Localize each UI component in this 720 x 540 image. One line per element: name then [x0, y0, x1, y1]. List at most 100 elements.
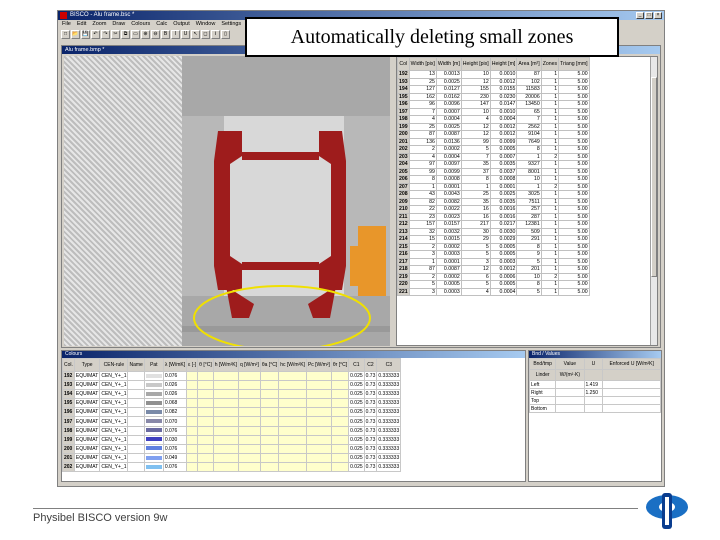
colours-empty-cell[interactable] [237, 443, 261, 454]
zones-cell[interactable]: 5.00 [558, 197, 590, 206]
colours-c1-cell[interactable]: 0.025 [348, 398, 365, 409]
boundary-cell[interactable]: Right [529, 388, 557, 397]
colours-c2-cell[interactable]: 0.73 [363, 443, 378, 454]
zones-cell[interactable]: 0.0162 [435, 92, 462, 101]
colours-row[interactable]: 201 EQUIMAT CEN_Y+_1 0.049 0.025 0.73 0.333333 [62, 452, 402, 463]
boundary-row[interactable]: Top [529, 396, 661, 405]
copy-button[interactable]: ⧉ [121, 30, 130, 39]
open-file-button[interactable]: 📂 [71, 30, 80, 39]
colours-name-cell[interactable] [127, 416, 145, 427]
zones-cell[interactable]: 15 [408, 235, 437, 244]
colours-pattern-cell[interactable] [143, 407, 164, 418]
colours-empty-cell[interactable] [259, 416, 280, 427]
zones-cell[interactable]: 1 [540, 280, 560, 289]
colours-cen-cell[interactable]: CEN_Y+_1 [99, 434, 129, 445]
zones-cell[interactable]: 8 [516, 145, 542, 154]
colours-lambda-cell[interactable]: 0.068 [162, 398, 188, 409]
zones-cell[interactable]: 5 [460, 250, 491, 259]
colours-empty-cell[interactable] [278, 389, 307, 400]
zones-cell[interactable]: 1 [540, 242, 560, 251]
zones-cell[interactable]: 5.00 [558, 122, 590, 131]
zones-cell[interactable]: 0.0012 [489, 77, 518, 86]
colours-type-cell[interactable]: EQUIMAT [73, 452, 101, 463]
colours-empty-cell[interactable] [197, 398, 214, 409]
zones-cell[interactable]: 9327 [516, 160, 542, 169]
zones-cell[interactable]: 7 [408, 107, 437, 116]
zones-cell[interactable]: 3 [408, 287, 437, 296]
zones-cell[interactable]: 0.0025 [435, 122, 462, 131]
zones-cell[interactable]: 12 [460, 265, 491, 274]
colours-c3-cell[interactable]: 0.333333 [376, 434, 402, 445]
save-button[interactable]: 💾 [81, 30, 90, 39]
zones-cell[interactable]: 0.0004 [435, 115, 462, 124]
colours-c2-cell[interactable]: 0.73 [363, 434, 378, 445]
colours-empty-cell[interactable] [186, 416, 199, 427]
colours-empty-cell[interactable] [237, 407, 261, 418]
zones-cell[interactable]: 7 [516, 115, 542, 124]
colours-c3-cell[interactable]: 0.333333 [376, 389, 402, 400]
colours-empty-cell[interactable] [259, 461, 280, 473]
zones-cell[interactable]: 43 [408, 190, 437, 199]
zones-cell[interactable]: 1 [540, 100, 560, 109]
zones-cell[interactable]: 0.0022 [435, 205, 462, 214]
colours-c1-cell[interactable]: 0.025 [348, 434, 365, 445]
colours-cen-cell[interactable]: CEN_Y+_1 [99, 389, 129, 400]
colours-c3-cell[interactable]: 0.333333 [376, 407, 402, 418]
colours-c2-cell[interactable]: 0.73 [363, 389, 378, 400]
zones-cell[interactable]: 257 [516, 205, 542, 214]
colours-pattern-cell[interactable] [143, 461, 164, 473]
colours-type-cell[interactable]: EQUIMAT [73, 407, 101, 418]
colours-pattern-cell[interactable] [143, 425, 164, 436]
colours-empty-cell[interactable] [259, 443, 280, 454]
colours-empty-cell[interactable] [259, 380, 280, 391]
colours-c2-cell[interactable]: 0.73 [363, 416, 378, 427]
drawing-canvas[interactable] [64, 56, 390, 346]
colours-name-cell[interactable] [127, 443, 145, 454]
zones-row[interactable]: 209 82 0.0082 35 0.0035 7511 1 5.00 [397, 197, 590, 206]
colours-empty-cell[interactable] [186, 452, 199, 463]
boundary-cell[interactable] [555, 380, 585, 389]
colours-empty-cell[interactable] [212, 380, 239, 391]
zones-cell[interactable]: 23 [408, 212, 437, 221]
zones-cell[interactable]: 30 [460, 227, 491, 236]
zones-cell[interactable]: 287 [516, 212, 542, 221]
menu-file[interactable]: File [62, 20, 71, 29]
zones-cell[interactable]: 136 [408, 137, 437, 146]
colours-empty-cell[interactable] [197, 443, 214, 454]
zones-cell[interactable]: 0.0087 [435, 130, 462, 139]
colours-row[interactable]: 195 EQUIMAT CEN_Y+_1 0.068 0.025 0.73 0.333333 [62, 398, 402, 409]
boundary-cell[interactable]: 1.419 [583, 380, 604, 389]
colours-type-cell[interactable]: EQUIMAT [73, 443, 101, 454]
bold-button[interactable]: B [161, 30, 170, 39]
zones-row[interactable]: 220 5 0.0005 5 0.0005 8 1 5.00 [397, 280, 590, 289]
zones-cell[interactable]: 0.0015 [435, 235, 462, 244]
colours-empty-cell[interactable] [278, 434, 307, 445]
zones-cell[interactable]: 1 [408, 182, 437, 191]
colours-empty-cell[interactable] [197, 461, 214, 473]
colours-empty-cell[interactable] [212, 370, 239, 382]
zones-cell[interactable]: 0.0157 [435, 220, 462, 229]
close-button[interactable]: × [654, 12, 662, 19]
zones-cell[interactable]: 0.0127 [435, 85, 462, 94]
zones-cell[interactable]: 1 [540, 137, 560, 146]
zones-cell[interactable]: 5.00 [558, 257, 590, 266]
colours-empty-cell[interactable] [212, 434, 239, 445]
colours-c2-cell[interactable]: 0.73 [363, 407, 378, 418]
colours-empty-cell[interactable] [278, 452, 307, 463]
zones-row[interactable]: 204 97 0.0097 35 0.0035 9327 1 5.00 [397, 160, 590, 169]
zones-cell[interactable]: 2 [408, 272, 437, 281]
colours-empty-cell[interactable] [305, 370, 332, 382]
colours-empty-cell[interactable] [278, 407, 307, 418]
zones-cell[interactable]: 4 [460, 287, 491, 296]
zones-cell[interactable]: 7511 [516, 197, 542, 206]
zones-cell[interactable]: 32 [408, 227, 437, 236]
colours-c3-cell[interactable]: 0.333333 [376, 370, 402, 382]
colours-empty-cell[interactable] [330, 425, 350, 436]
colours-empty-cell[interactable] [278, 461, 307, 473]
colours-pattern-cell[interactable] [143, 452, 164, 463]
zones-row[interactable]: 203 4 0.0004 7 0.0007 1 2 5.00 [397, 152, 590, 161]
zones-row[interactable]: 198 4 0.0004 4 0.0004 7 1 5.00 [397, 115, 590, 124]
zones-cell[interactable]: 127 [408, 85, 437, 94]
zones-cell[interactable]: 9 [516, 250, 542, 259]
colours-empty-cell[interactable] [330, 434, 350, 445]
